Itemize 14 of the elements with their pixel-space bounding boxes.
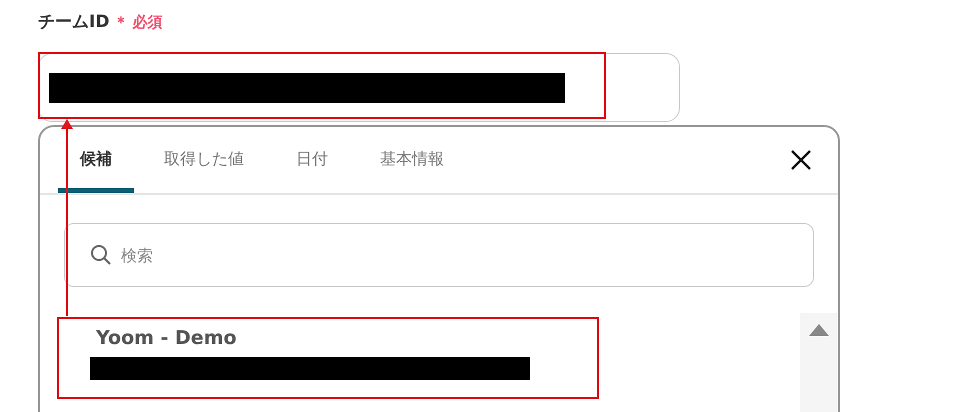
required-mark: ＊ <box>113 13 128 32</box>
option-item[interactable]: Yoom - Demo <box>60 313 800 393</box>
tab[interactable]: 基本情報 <box>358 127 466 193</box>
field-label: チームID <box>38 11 110 33</box>
search-field[interactable]: 検索 <box>64 223 814 287</box>
tab[interactable]: 取得した値 <box>142 127 266 193</box>
input-field[interactable] <box>38 53 680 122</box>
search-icon <box>90 244 112 266</box>
scrollbar[interactable] <box>800 313 838 412</box>
tab[interactable]: 日付 <box>274 127 350 193</box>
close-icon[interactable] <box>790 149 812 171</box>
scroll-up-icon[interactable] <box>808 323 830 337</box>
required-text: 必須 <box>132 13 162 32</box>
option-title: Yoom - Demo <box>96 327 238 349</box>
